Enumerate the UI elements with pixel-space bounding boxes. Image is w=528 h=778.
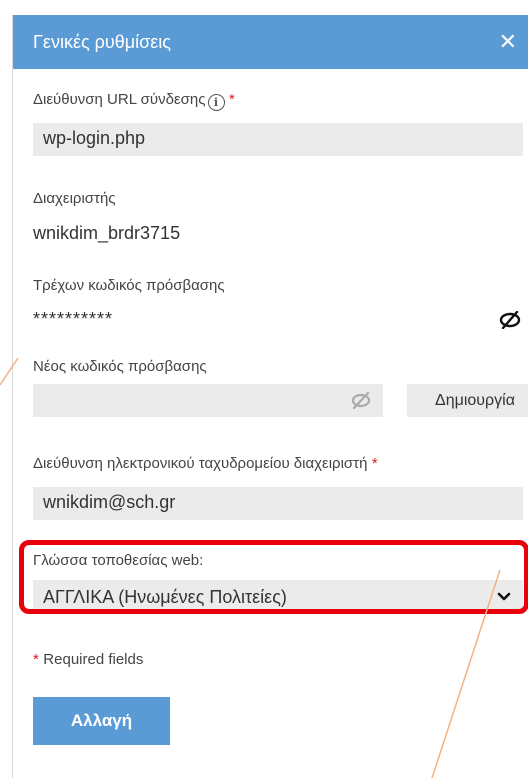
required-note: Required fields xyxy=(43,651,144,668)
current-password-label: Τρέχων κωδικός πρόσβασης xyxy=(33,277,225,294)
admin-email-label-row: Διεύθυνση ηλεκτρονικού ταχυδρομείου διαχ… xyxy=(33,455,378,473)
eye-slash-icon[interactable] xyxy=(499,311,521,329)
login-url-input[interactable]: wp-login.php xyxy=(33,123,523,156)
required-mark: * xyxy=(33,651,39,668)
new-password-label: Νέος κωδικός πρόσβασης xyxy=(33,358,207,375)
login-url-label: Διεύθυνση URL σύνδεσης xyxy=(33,91,206,108)
site-language-selected: ΑΓΓΛΙΚΑ (Ηνωμένες Πολιτείες) xyxy=(43,586,287,607)
current-password-value: ********** xyxy=(33,309,114,329)
eye-slash-icon[interactable] xyxy=(351,392,371,409)
new-password-input[interactable] xyxy=(33,384,383,417)
panel-header: Γενικές ρυθμίσεις ✕ xyxy=(13,15,528,69)
login-url-label-row: Διεύθυνση URL σύνδεσης i * xyxy=(33,91,235,111)
info-icon[interactable]: i xyxy=(207,94,225,111)
admin-email-input[interactable]: wnikdim@sch.gr xyxy=(33,487,523,520)
site-language-select[interactable]: ΑΓΓΛΙΚΑ (Ηνωμένες Πολιτείες) xyxy=(33,580,523,614)
new-password-row: Δημιουργία xyxy=(33,384,528,417)
required-mark: * xyxy=(228,91,235,108)
panel-title: Γενικές ρυθμίσεις xyxy=(33,31,171,52)
required-note-row: * Required fields xyxy=(33,651,143,669)
admin-label: Διαχειριστής xyxy=(33,190,116,207)
settings-panel: Γενικές ρυθμίσεις ✕ Διεύθυνση URL σύνδεσ… xyxy=(12,15,528,778)
required-mark: * xyxy=(371,455,378,472)
chevron-down-icon xyxy=(497,592,511,601)
close-icon[interactable]: ✕ xyxy=(499,31,517,53)
site-language-label: Γλώσσα τοποθεσίας web: xyxy=(33,552,204,569)
admin-value: wnikdim_brdr3715 xyxy=(33,223,181,243)
submit-button[interactable]: Αλλαγή xyxy=(33,697,170,745)
generate-password-button[interactable]: Δημιουργία xyxy=(407,384,528,417)
admin-email-label: Διεύθυνση ηλεκτρονικού ταχυδρομείου διαχ… xyxy=(33,455,368,472)
